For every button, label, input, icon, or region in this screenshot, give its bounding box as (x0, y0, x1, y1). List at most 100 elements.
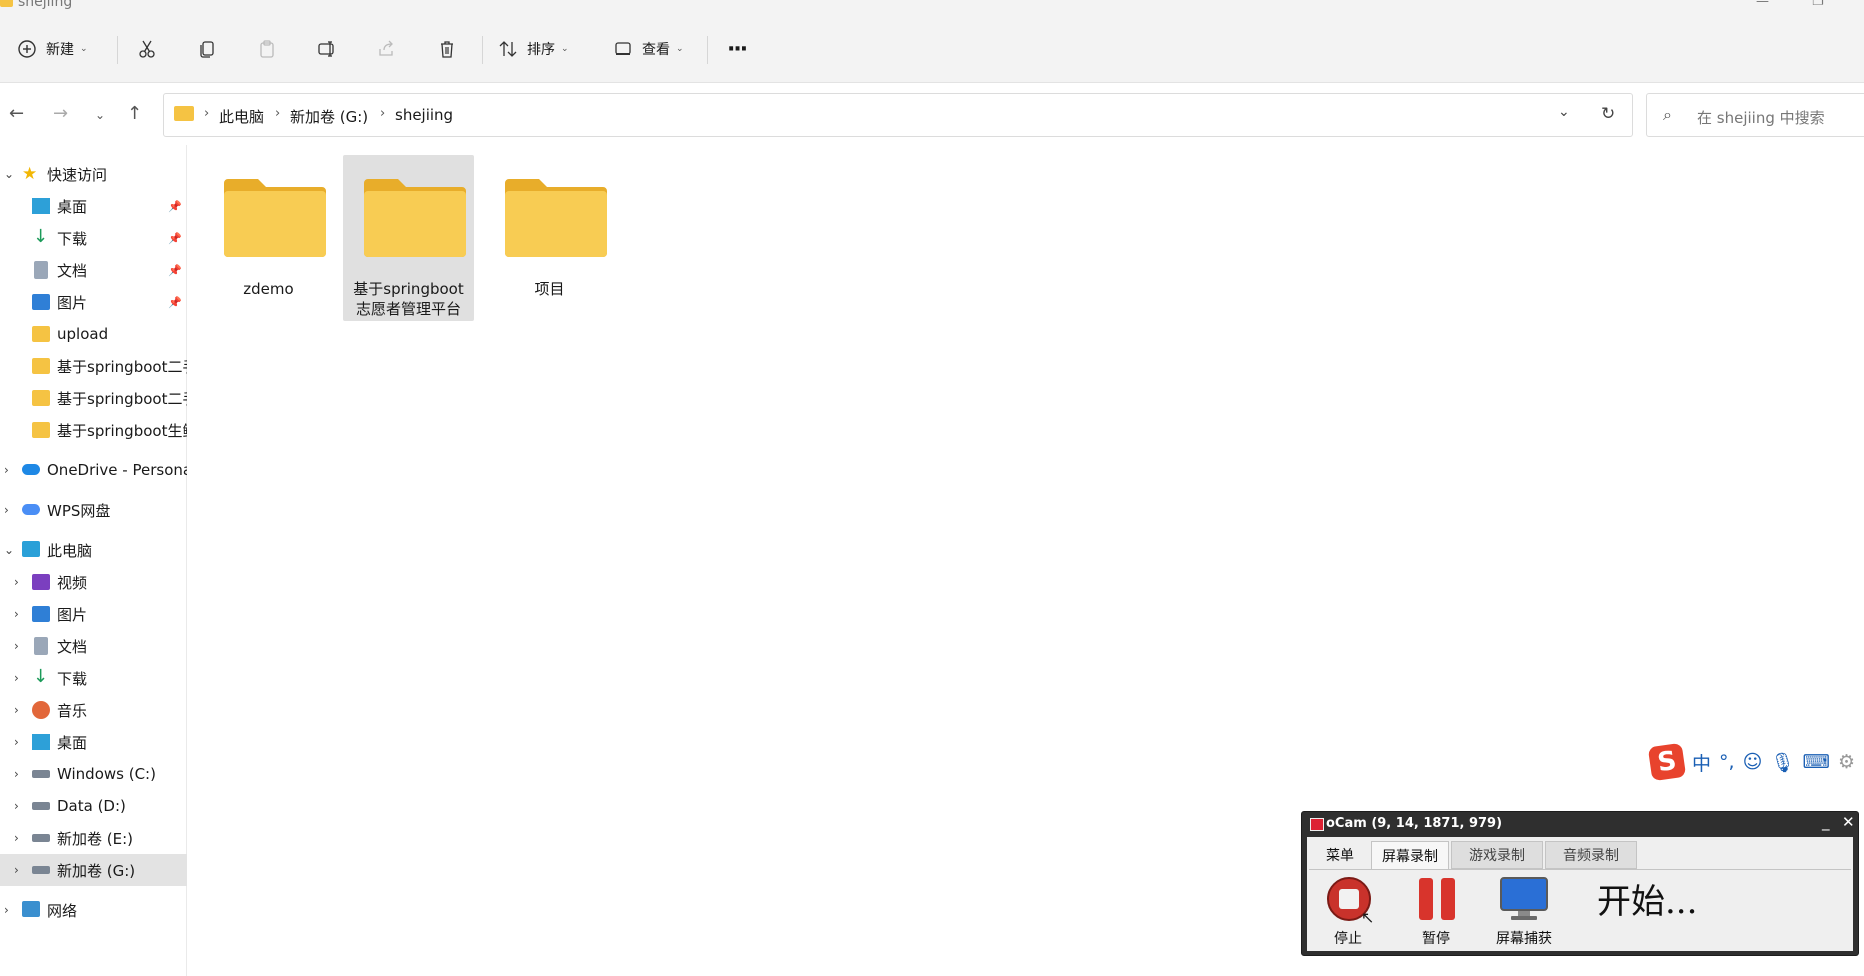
chevron-right-icon[interactable]: › (14, 799, 19, 813)
delete-button[interactable] (436, 32, 458, 66)
folder-item-zdemo[interactable]: zdemo (203, 155, 334, 321)
refresh-icon[interactable]: ↻ (1601, 104, 1615, 124)
chevron-right-icon[interactable]: › (4, 503, 9, 517)
breadcrumb-chevron-icon[interactable]: › (380, 106, 385, 121)
chevron-right-icon[interactable]: › (14, 831, 19, 845)
sort-button[interactable]: 排序 ⌄ (497, 32, 569, 66)
stop-button[interactable]: ↖ 停止 (1313, 874, 1383, 947)
back-arrow-icon[interactable]: ← (9, 103, 24, 124)
sidebar-item-label: 新加卷 (G:) (57, 861, 136, 880)
recent-chevron-icon[interactable]: ⌄ (95, 108, 105, 122)
tab-audio-record[interactable]: 音频录制 (1545, 841, 1637, 869)
pin-icon[interactable]: 📌 (168, 264, 182, 277)
pin-icon[interactable]: 📌 (168, 200, 182, 213)
ime-mode[interactable]: 中 (1692, 749, 1711, 776)
chevron-right-icon[interactable]: › (14, 767, 19, 781)
emoji-icon[interactable]: ☺ (1743, 751, 1763, 773)
screen-capture-label: 屏幕捕获 (1496, 931, 1552, 947)
sogou-logo-icon[interactable]: S (1647, 742, 1687, 782)
chevron-right-icon[interactable]: › (4, 903, 9, 917)
breadcrumb-this-pc[interactable]: 此电脑 (219, 106, 264, 127)
sidebar-item-this-pc[interactable]: ⌄ 此电脑 (0, 534, 187, 566)
sidebar-item-drive-e[interactable]: › 新加卷 (E:) (0, 822, 187, 854)
music-icon (32, 701, 50, 719)
minimize-icon[interactable]: — (1756, 0, 1769, 9)
address-bar[interactable]: › 此电脑 › 新加卷 (G:) › shejiing ⌄ ↻ (163, 93, 1633, 137)
recording-status: 开始... (1597, 882, 1698, 922)
skin-icon[interactable]: ⚙ (1838, 751, 1855, 773)
sidebar-item-folder[interactable]: 基于springboot生鲜 (0, 414, 187, 446)
search-input[interactable]: ⌕ 在 shejiing 中搜索 (1646, 93, 1864, 137)
breadcrumb-drive-g[interactable]: 新加卷 (G:) (290, 106, 368, 127)
rename-button[interactable] (316, 32, 338, 66)
chevron-right-icon[interactable]: › (14, 607, 19, 621)
sidebar-item-drive-g[interactable]: › 新加卷 (G:) (0, 854, 187, 886)
sidebar-item-pictures[interactable]: 图片 📌 (0, 286, 187, 318)
sidebar-item-quick-access[interactable]: ⌄ ★ 快速访问 (0, 158, 187, 190)
paste-button[interactable] (256, 32, 278, 66)
view-button[interactable]: 查看 ⌄ (612, 32, 684, 66)
tab-menu[interactable]: 菜单 (1313, 841, 1367, 869)
breadcrumb-shejiing[interactable]: shejiing (395, 106, 453, 124)
sidebar-item-desktop[interactable]: 桌面 📌 (0, 190, 187, 222)
sidebar-item-documents[interactable]: › 文档 (0, 630, 187, 662)
sidebar-item-drive-c[interactable]: › Windows (C:) (0, 758, 187, 790)
sidebar-item-onedrive[interactable]: › OneDrive - Personal (0, 454, 187, 486)
sidebar-item-folder[interactable]: 基于springboot二手 (0, 382, 187, 414)
folder-item-projects[interactable]: 项目 (484, 155, 615, 321)
sidebar-item-wps[interactable]: › WPS网盘 (0, 494, 187, 526)
chevron-right-icon[interactable]: › (14, 735, 19, 749)
sidebar-item-downloads[interactable]: ↓ 下载 📌 (0, 222, 187, 254)
sidebar-item-downloads[interactable]: › ↓ 下载 (0, 662, 187, 694)
cloud-icon (22, 464, 40, 475)
sidebar-item-desktop[interactable]: › 桌面 (0, 726, 187, 758)
sidebar-item-label: 基于springboot生鲜 (57, 421, 187, 440)
tab-game-record[interactable]: 游戏录制 (1451, 841, 1543, 869)
folder-name-line: 志愿者管理平台 (355, 300, 461, 318)
ime-punctuation[interactable]: °, (1719, 751, 1735, 773)
chevron-down-icon[interactable]: ⌄ (4, 543, 14, 557)
chevron-right-icon[interactable]: › (14, 863, 19, 877)
sidebar-item-network[interactable]: › 网络 (0, 894, 187, 926)
close-icon[interactable]: ✕ (1842, 813, 1855, 831)
mouse-cursor-icon: ↖ (1361, 908, 1375, 927)
restore-icon[interactable]: ❐ (1812, 0, 1824, 9)
keyboard-icon[interactable]: ⌨ (1803, 751, 1830, 773)
microphone-icon[interactable]: 🎙 (1770, 751, 1794, 774)
address-dropdown-icon[interactable]: ⌄ (1558, 104, 1570, 120)
sidebar-item-documents[interactable]: 文档 📌 (0, 254, 187, 286)
chevron-right-icon[interactable]: › (14, 703, 19, 717)
sidebar-item-upload[interactable]: upload (0, 318, 187, 350)
picture-icon (32, 606, 50, 622)
sidebar-item-folder[interactable]: 基于springboot二手 (0, 350, 187, 382)
pin-icon[interactable]: 📌 (168, 296, 182, 309)
more-options-button[interactable]: ··· (727, 32, 748, 66)
sidebar-item-label: 音乐 (57, 701, 88, 720)
screen-capture-button[interactable]: 屏幕捕获 (1489, 874, 1559, 947)
pause-button[interactable]: 暂停 (1401, 874, 1471, 947)
cut-button[interactable] (136, 32, 158, 66)
forward-arrow-icon[interactable]: → (53, 103, 68, 124)
chevron-down-icon[interactable]: ⌄ (4, 167, 14, 181)
chevron-right-icon[interactable]: › (14, 575, 19, 589)
sidebar-item-music[interactable]: › 音乐 (0, 694, 187, 726)
sidebar-item-videos[interactable]: › 视频 (0, 566, 187, 598)
breadcrumb-chevron-icon[interactable]: › (204, 106, 209, 121)
chevron-right-icon[interactable]: › (14, 639, 19, 653)
folder-item-volunteer-platform[interactable]: 基于springboot 志愿者管理平台 (343, 155, 474, 321)
breadcrumb-chevron-icon[interactable]: › (275, 106, 280, 121)
sidebar-item-drive-d[interactable]: › Data (D:) (0, 790, 187, 822)
up-arrow-icon[interactable]: ↑ (127, 103, 142, 124)
ime-toolbar[interactable]: S 中 °, ☺ 🎙 ⌨ ⚙ (1647, 742, 1864, 782)
folder-icon (32, 358, 50, 374)
sidebar-item-pictures[interactable]: › 图片 (0, 598, 187, 630)
chevron-right-icon[interactable]: › (14, 671, 19, 685)
share-button[interactable] (376, 32, 398, 66)
tab-screen-record[interactable]: 屏幕录制 (1371, 841, 1449, 869)
minimize-icon[interactable]: _ (1822, 813, 1830, 831)
pin-icon[interactable]: 📌 (168, 232, 182, 245)
chevron-right-icon[interactable]: › (4, 463, 9, 477)
new-button[interactable]: 新建 ⌄ (16, 32, 88, 66)
copy-button[interactable] (196, 32, 218, 66)
desktop-icon (32, 198, 50, 214)
